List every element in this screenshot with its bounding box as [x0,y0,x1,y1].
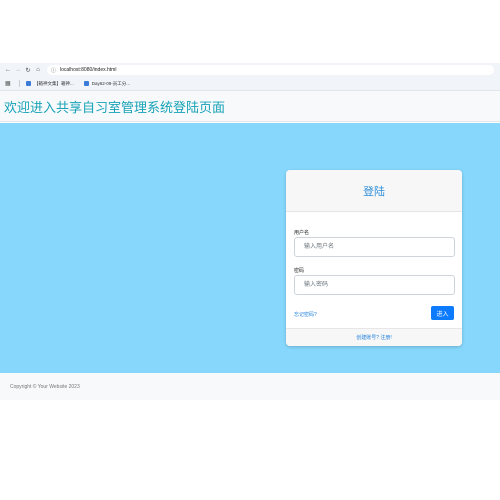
page-blank-area [0,0,500,63]
login-submit-button[interactable]: 进入 [431,306,454,320]
register-link[interactable]: 创建账号? 注册! [356,334,392,341]
password-input[interactable] [294,275,455,295]
username-input[interactable] [294,237,455,257]
bookmark-favicon-icon [83,81,89,86]
site-footer: Copyright © Your Website 2023 [0,373,500,400]
forgot-password-link[interactable]: 忘记密码? [294,311,317,318]
copyright-text: Copyright © Your Website 2023 [10,383,80,390]
reload-icon[interactable]: ↻ [23,67,33,74]
bookmark-favicon-icon [26,81,31,86]
site-info-icon[interactable]: ⓘ [51,67,56,74]
login-title: 登陆 [363,184,385,198]
site-header: 欢迎进入共享自习室管理系统登陆页面 [0,91,500,122]
bookmark-label: 【箱神文集】箱神... [34,80,74,86]
apps-grid-icon[interactable]: ▦ [5,80,13,87]
address-url: localhost:8080/index.html [60,67,117,73]
bookmark-label: Day62-09-员工分... [91,80,131,86]
home-icon[interactable]: ⌂ [33,67,43,73]
back-icon[interactable]: ← [3,67,13,73]
page-title: 欢迎进入共享自习室管理系统登陆页面 [4,100,226,116]
browser-toolbar: ← → ↻ ⌂ ⓘ localhost:8080/index.html [0,63,500,77]
login-form: 用户名 密码 忘记密码? 进入 [286,229,462,324]
username-label: 用户名 [294,230,310,236]
bookmarks-divider [19,80,20,87]
address-bar[interactable]: ⓘ localhost:8080/index.html [47,65,494,75]
forward-icon[interactable]: → [13,67,23,73]
login-actions: 忘记密码? 进入 [294,304,454,324]
login-card-footer: 创建账号? 注册! [286,328,462,346]
bookmark-item[interactable]: Day62-09-员工分... [83,80,131,87]
bookmarks-bar: ▦ 【箱神文集】箱神... Day62-09-员工分... [0,77,500,91]
login-card: 登陆 用户名 密码 忘记密码? 进入 创建账号? 注册! [286,170,462,346]
bookmark-item[interactable]: 【箱神文集】箱神... [26,81,74,87]
password-label: 密码 [294,268,305,274]
login-card-header: 登陆 [286,170,462,212]
